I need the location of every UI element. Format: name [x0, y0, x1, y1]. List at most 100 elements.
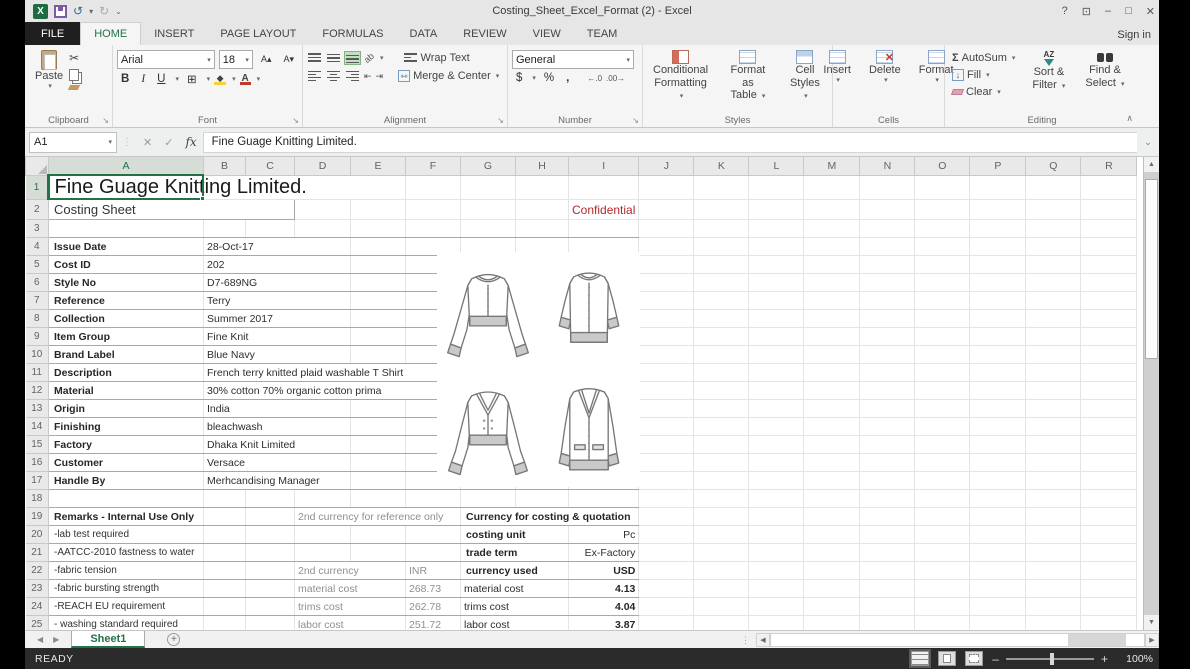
cell-K23[interactable] — [694, 580, 749, 598]
cell-O13[interactable] — [915, 400, 970, 418]
cell-F20[interactable] — [406, 526, 461, 544]
cell-B11[interactable]: French terry knitted plaid washable T Sh… — [204, 364, 461, 382]
cell-L23[interactable] — [749, 580, 804, 598]
cell-J14[interactable] — [639, 418, 694, 436]
cell-A3[interactable] — [49, 220, 204, 238]
cell-I24[interactable]: 4.04 — [569, 598, 639, 616]
cell-O23[interactable] — [915, 580, 970, 598]
cell-R6[interactable] — [1081, 274, 1137, 292]
tab-file[interactable]: FILE — [25, 22, 80, 45]
cell-H1[interactable] — [516, 175, 569, 200]
cell-E13[interactable] — [351, 400, 406, 418]
cell-J6[interactable] — [639, 274, 694, 292]
cell-E7[interactable] — [351, 292, 406, 310]
cell-O10[interactable] — [915, 346, 970, 364]
cell-Q17[interactable] — [1026, 472, 1081, 490]
cell-J10[interactable] — [639, 346, 694, 364]
undo-dropdown-icon[interactable]: ▾ — [89, 7, 93, 16]
cell-A7[interactable]: Reference — [49, 292, 204, 310]
cell-B25[interactable] — [204, 616, 246, 631]
zoom-slider[interactable] — [1006, 658, 1094, 660]
cell-M25[interactable] — [804, 616, 860, 631]
cell-O16[interactable] — [915, 454, 970, 472]
cell-K8[interactable] — [694, 310, 749, 328]
cell-G1[interactable] — [461, 175, 516, 200]
cell-R1[interactable] — [1081, 175, 1137, 200]
row-header-6[interactable]: 6 — [26, 274, 49, 292]
cell-R24[interactable] — [1081, 598, 1137, 616]
cell-Q15[interactable] — [1026, 436, 1081, 454]
orientation-icon[interactable]: ab — [362, 51, 376, 65]
select-all-corner[interactable] — [26, 157, 49, 175]
cell-C19[interactable] — [246, 508, 295, 526]
cell-A22[interactable]: -fabric tension — [49, 562, 204, 580]
row-header-23[interactable]: 23 — [26, 580, 49, 598]
cell-K2[interactable] — [694, 200, 749, 220]
cell-N23[interactable] — [860, 580, 915, 598]
cell-B15[interactable]: Dhaka Knit Limited — [204, 436, 351, 454]
cell-K9[interactable] — [694, 328, 749, 346]
column-header-G[interactable]: G — [461, 157, 516, 175]
cell-A13[interactable]: Origin — [49, 400, 204, 418]
cell-J11[interactable] — [639, 364, 694, 382]
cell-C3[interactable] — [246, 220, 295, 238]
cell-O4[interactable] — [915, 238, 970, 256]
cell-J22[interactable] — [639, 562, 694, 580]
cell-J20[interactable] — [639, 526, 694, 544]
row-header-13[interactable]: 13 — [26, 400, 49, 418]
cell-P2[interactable] — [970, 200, 1026, 220]
cell-P1[interactable] — [970, 175, 1026, 200]
cell-K10[interactable] — [694, 346, 749, 364]
font-family-combo[interactable]: Arial▾ — [117, 50, 215, 69]
cell-L21[interactable] — [749, 544, 804, 562]
cell-P15[interactable] — [970, 436, 1026, 454]
column-header-H[interactable]: H — [516, 157, 569, 175]
cell-F18[interactable] — [406, 490, 461, 508]
row-header-9[interactable]: 9 — [26, 328, 49, 346]
cell-O11[interactable] — [915, 364, 970, 382]
cell-P10[interactable] — [970, 346, 1026, 364]
vertical-scrollbar-thumb[interactable] — [1145, 179, 1158, 359]
column-header-K[interactable]: K — [694, 157, 749, 175]
redo-icon[interactable]: ↻ — [99, 5, 109, 17]
shrink-font-icon[interactable]: A▾ — [279, 53, 298, 66]
cell-F24[interactable]: 262.78 — [406, 598, 461, 616]
row-header-22[interactable]: 22 — [26, 562, 49, 580]
cell-P25[interactable] — [970, 616, 1026, 631]
cell-N18[interactable] — [860, 490, 915, 508]
cell-B10[interactable]: Blue Navy — [204, 346, 351, 364]
cell-B17[interactable]: Merhcandising Manager — [204, 472, 351, 490]
cell-P12[interactable] — [970, 382, 1026, 400]
cell-K19[interactable] — [694, 508, 749, 526]
cell-D19[interactable]: 2nd currency for reference only — [295, 508, 461, 526]
cell-O2[interactable] — [915, 200, 970, 220]
cell-N22[interactable] — [860, 562, 915, 580]
cell-J23[interactable] — [639, 580, 694, 598]
cell-M11[interactable] — [804, 364, 860, 382]
row-header-20[interactable]: 20 — [26, 526, 49, 544]
cell-J4[interactable] — [639, 238, 694, 256]
cell-N5[interactable] — [860, 256, 915, 274]
cell-O1[interactable] — [915, 175, 970, 200]
cell-Q8[interactable] — [1026, 310, 1081, 328]
cell-E4[interactable] — [351, 238, 406, 256]
cell-J1[interactable] — [639, 175, 694, 200]
page-layout-view-icon[interactable] — [938, 651, 956, 666]
cell-J16[interactable] — [639, 454, 694, 472]
cell-J13[interactable] — [639, 400, 694, 418]
italic-button[interactable]: I — [137, 72, 149, 86]
column-header-J[interactable]: J — [639, 157, 694, 175]
autosum-button[interactable]: Σ AutoSum▾ — [949, 50, 1018, 66]
cell-A2[interactable]: Costing Sheet — [49, 200, 295, 220]
sort-filter-button[interactable]: AZ Sort &Filter ▾ — [1026, 48, 1071, 113]
tab-team[interactable]: TEAM — [574, 22, 631, 45]
cell-L25[interactable] — [749, 616, 804, 631]
cell-G19[interactable]: Currency for costing & quotation — [461, 508, 639, 526]
find-select-button[interactable]: Find &Select ▾ — [1079, 48, 1130, 113]
cell-K17[interactable] — [694, 472, 749, 490]
cell-K25[interactable] — [694, 616, 749, 631]
cell-I20[interactable]: Pc — [569, 526, 639, 544]
cell-E9[interactable] — [351, 328, 406, 346]
row-header-11[interactable]: 11 — [26, 364, 49, 382]
cell-Q19[interactable] — [1026, 508, 1081, 526]
